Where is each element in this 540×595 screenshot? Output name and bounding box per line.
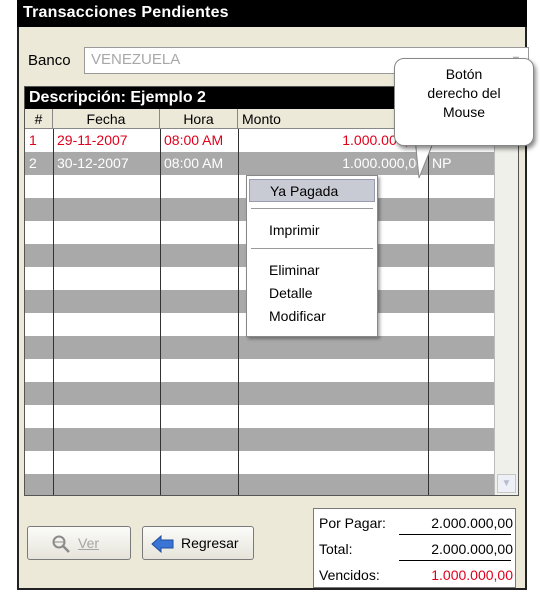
menu-separator [251,208,373,209]
ver-button[interactable]: Ver [27,526,131,560]
regresar-label: Regresar [181,535,239,551]
callout-tooltip: Botón derecho del Mouse [394,58,534,146]
table-row-empty [25,428,495,451]
back-arrow-icon [151,534,174,554]
context-menu: Ya Pagada Imprimir Eliminar Detalle Modi… [246,175,378,337]
column-header-number[interactable]: # [25,109,53,129]
row-hora: 08:00 AM [164,155,224,171]
row-fecha: 30-12-2007 [57,155,129,171]
por-pagar-value: 2.000.000,00 [431,515,513,531]
callout-line: Mouse [442,104,486,120]
banco-label: Banco [28,52,71,69]
callout-line: Botón [445,66,483,82]
menu-item-modificar[interactable]: Modificar [249,305,375,328]
table-row-empty [25,405,495,428]
magnifier-icon [52,535,70,553]
vencidos-label: Vencidos: [319,567,380,583]
total-row: Total: 2.000.000,00 [314,537,517,561]
menu-item-ya-pagada[interactable]: Ya Pagada [249,179,375,202]
callout-line: derecho del [427,85,501,101]
row-number: 1 [29,132,37,148]
por-pagar-label: Por Pagar: [319,515,386,531]
menu-item-detalle[interactable]: Detalle [249,282,375,305]
por-pagar-row: Por Pagar: 2.000.000,00 [314,511,517,535]
total-value: 2.000.000,00 [431,541,513,557]
menu-separator [251,248,373,249]
row-hora: 08:00 AM [164,132,224,148]
underline [399,560,511,561]
column-divider [238,129,239,495]
column-header-fecha[interactable]: Fecha [53,109,160,129]
table-row-empty [25,336,495,359]
table-row-empty [25,451,495,474]
table-row-empty [25,359,495,382]
table-row-empty [25,382,495,405]
underline [399,534,511,535]
column-header-hora[interactable]: Hora [160,109,238,129]
ver-label: Ver [78,535,100,551]
vertical-scrollbar[interactable]: ▲ ▼ [494,109,518,495]
menu-item-eliminar[interactable]: Eliminar [249,259,375,282]
totals-panel: Por Pagar: 2.000.000,00 Total: 2.000.000… [313,508,516,588]
column-divider [160,129,161,495]
column-divider [53,129,54,495]
scroll-down-icon[interactable]: ▼ [497,474,516,493]
row-monto: 1.000.000,00 [342,155,424,171]
regresar-button[interactable]: Regresar [142,526,254,560]
menu-item-imprimir[interactable]: Imprimir [249,219,375,242]
row-fecha: 29-11-2007 [57,132,128,148]
window-title: Transacciones Pendientes [17,0,527,27]
banco-value: VENEZUELA [91,51,181,68]
row-number: 2 [29,155,37,171]
vencidos-value: 1.000.000,00 [431,567,513,583]
total-label: Total: [319,541,353,557]
vencidos-row: Vencidos: 1.000.000,00 [314,563,517,587]
table-row-empty [25,474,495,495]
